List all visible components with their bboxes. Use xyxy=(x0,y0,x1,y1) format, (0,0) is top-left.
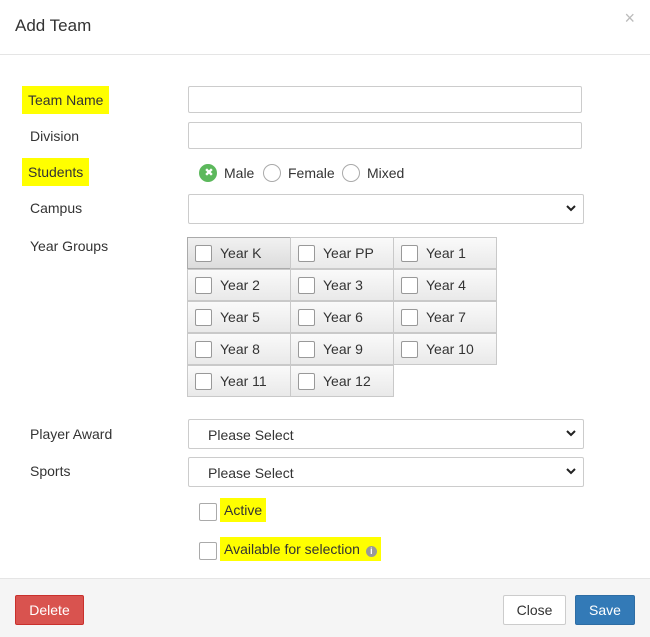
sports-select[interactable]: Please Select xyxy=(188,457,584,487)
year-group-checkbox[interactable] xyxy=(401,245,418,262)
year-group-label: Year PP xyxy=(323,245,374,261)
modal-footer: Delete Close Save xyxy=(0,578,650,637)
year-group-label: Year 9 xyxy=(323,341,363,357)
students-female-label: Female xyxy=(288,165,335,181)
player-award-select-value: Please Select xyxy=(208,427,294,443)
sports-select-value: Please Select xyxy=(208,465,294,481)
modal-header: Add Team × xyxy=(0,0,650,55)
year-group-checkbox[interactable] xyxy=(401,277,418,294)
students-label: Students xyxy=(22,158,90,186)
year-group-option[interactable]: Year 10 xyxy=(393,333,497,365)
team-name-input[interactable] xyxy=(188,86,582,113)
year-group-checkbox[interactable] xyxy=(195,309,212,326)
add-team-modal: Add Team × Team Name Division Students ✖… xyxy=(0,0,650,637)
year-group-option[interactable]: Year 11 xyxy=(187,365,291,397)
year-group-option[interactable]: Year 4 xyxy=(393,269,497,301)
active-label: Active xyxy=(220,498,267,522)
year-group-option[interactable]: Year PP xyxy=(290,237,394,269)
year-group-option[interactable]: Year 2 xyxy=(187,269,291,301)
save-button[interactable]: Save xyxy=(575,595,635,625)
year-group-checkbox[interactable] xyxy=(195,277,212,294)
chevron-down-icon xyxy=(566,205,576,212)
chevron-down-icon xyxy=(566,430,576,437)
year-group-checkbox[interactable] xyxy=(298,309,315,326)
students-label-wrap: Students xyxy=(22,158,90,186)
year-group-checkbox[interactable] xyxy=(195,245,212,262)
year-group-label: Year 8 xyxy=(220,341,260,357)
year-group-checkbox[interactable] xyxy=(298,373,315,390)
division-input[interactable] xyxy=(188,122,582,149)
active-checkbox[interactable] xyxy=(199,503,217,521)
year-group-label: Year 5 xyxy=(220,309,260,325)
year-group-checkbox[interactable] xyxy=(401,341,418,358)
students-radio-female[interactable] xyxy=(263,164,281,182)
year-group-option[interactable]: Year 7 xyxy=(393,301,497,333)
close-icon[interactable]: × xyxy=(624,9,635,27)
available-label-wrap: Available for selection i xyxy=(220,537,381,561)
year-group-checkbox[interactable] xyxy=(401,309,418,326)
available-label: Available for selection xyxy=(224,541,360,557)
year-group-label: Year 7 xyxy=(426,309,466,325)
delete-button[interactable]: Delete xyxy=(15,595,84,625)
year-group-option[interactable]: Year K xyxy=(187,237,291,269)
students-radio-mixed[interactable] xyxy=(342,164,360,182)
year-group-checkbox[interactable] xyxy=(298,341,315,358)
modal-title: Add Team xyxy=(15,16,92,35)
year-group-option[interactable]: Year 12 xyxy=(290,365,394,397)
year-group-option[interactable]: Year 6 xyxy=(290,301,394,333)
campus-label: Campus xyxy=(30,200,83,216)
students-mixed-label: Mixed xyxy=(367,165,405,181)
team-name-label-wrap: Team Name xyxy=(22,86,110,114)
campus-select[interactable] xyxy=(188,194,584,224)
chevron-down-icon xyxy=(566,468,576,475)
students-male-label: Male xyxy=(224,165,255,181)
close-button[interactable]: Close xyxy=(503,595,566,625)
year-group-label: Year 4 xyxy=(426,277,466,293)
year-group-option[interactable]: Year 9 xyxy=(290,333,394,365)
year-group-option[interactable]: Year 8 xyxy=(187,333,291,365)
year-group-label: Year 6 xyxy=(323,309,363,325)
year-group-label: Year K xyxy=(220,245,262,261)
team-name-label: Team Name xyxy=(22,86,110,114)
info-icon[interactable]: i xyxy=(365,546,377,557)
year-group-option[interactable]: Year 3 xyxy=(290,269,394,301)
year-group-checkbox[interactable] xyxy=(195,341,212,358)
available-checkbox[interactable] xyxy=(199,542,217,560)
division-label: Division xyxy=(30,128,80,144)
year-group-checkbox[interactable] xyxy=(298,277,315,294)
year-group-option[interactable]: Year 1 xyxy=(393,237,497,269)
year-group-label: Year 10 xyxy=(426,341,474,357)
year-groups-label: Year Groups xyxy=(30,238,109,254)
year-group-label: Year 12 xyxy=(323,373,371,389)
year-group-label: Year 11 xyxy=(220,373,267,389)
students-radio-male[interactable]: ✖ xyxy=(199,164,217,182)
sports-label: Sports xyxy=(30,463,71,479)
year-group-checkbox[interactable] xyxy=(195,373,212,390)
year-group-option[interactable]: Year 5 xyxy=(187,301,291,333)
player-award-select[interactable]: Please Select xyxy=(188,419,584,449)
year-group-label: Year 3 xyxy=(323,277,363,293)
check-x-icon: ✖ xyxy=(204,167,214,179)
player-award-label: Player Award xyxy=(30,426,113,442)
year-group-label: Year 1 xyxy=(426,245,466,261)
year-group-label: Year 2 xyxy=(220,277,260,293)
year-group-checkbox[interactable] xyxy=(298,245,315,262)
